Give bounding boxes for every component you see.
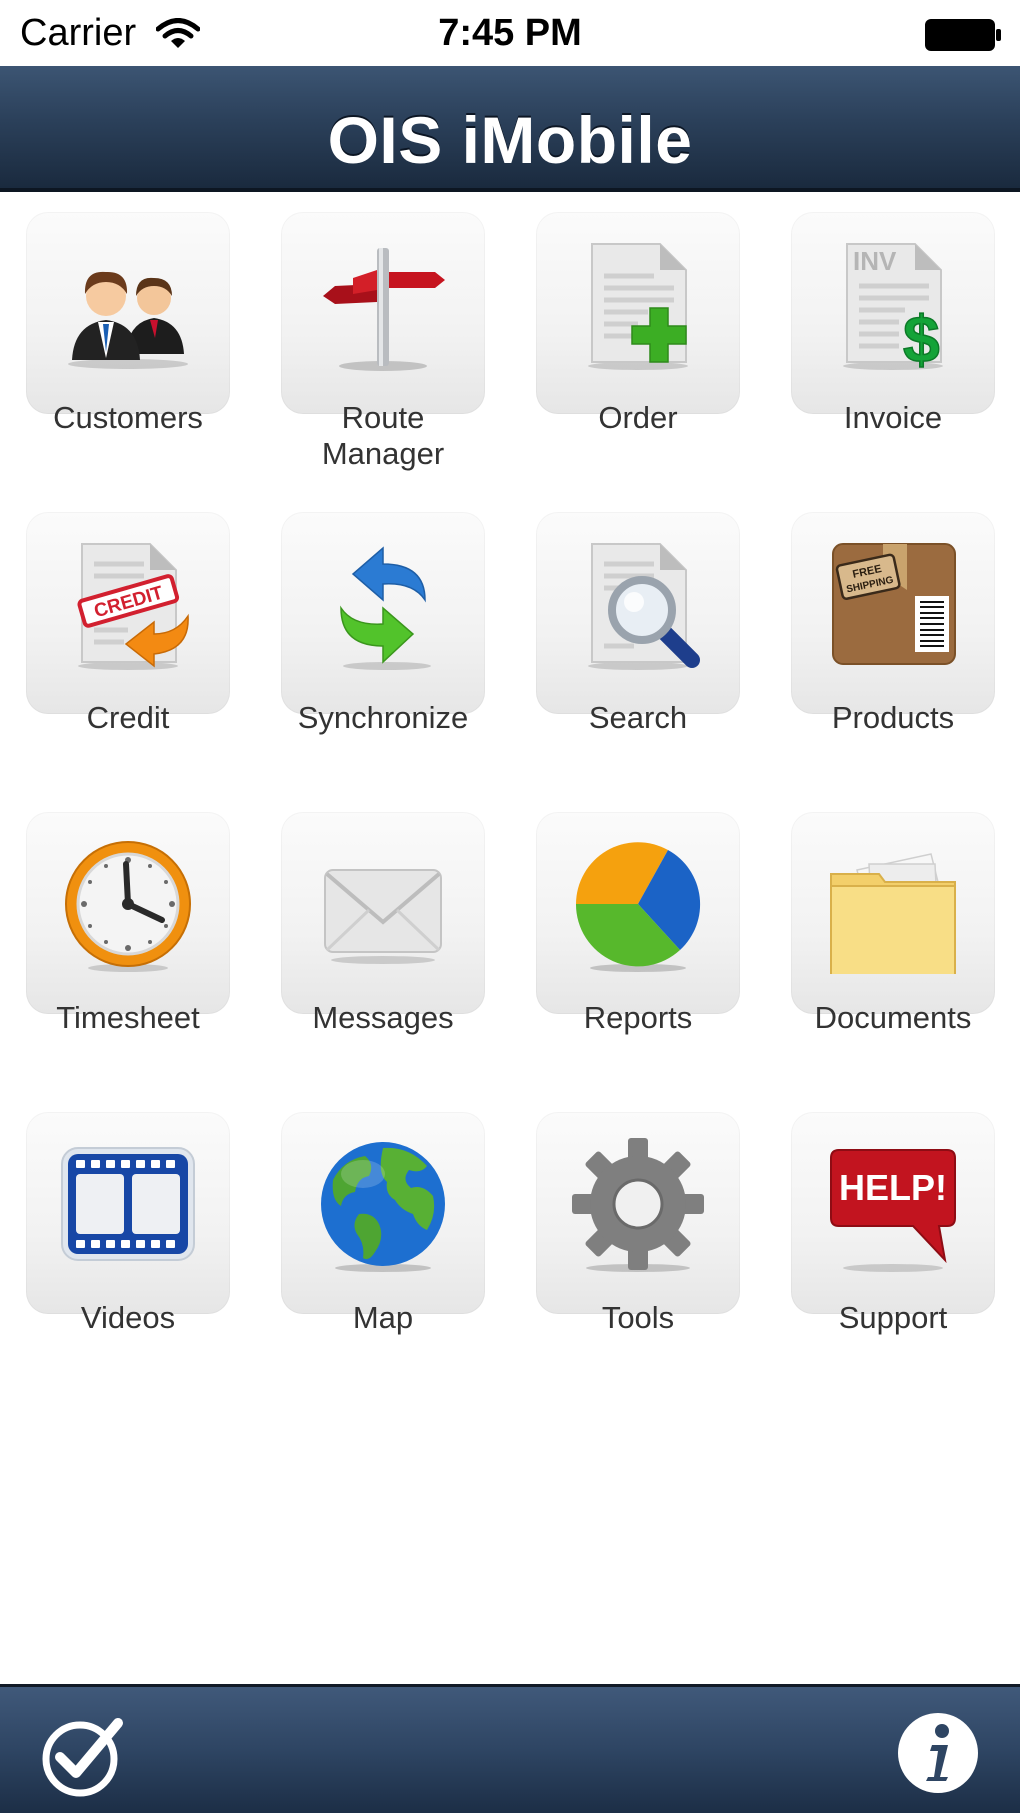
tile-customers[interactable]: Customers — [26, 212, 230, 435]
tile-credit[interactable]: CREDIT Credit — [26, 512, 230, 735]
app-title: OIS iMobile — [327, 103, 693, 177]
tile-label: Order — [598, 400, 678, 435]
tile-label: Synchronize — [297, 700, 469, 735]
tile-label: Search — [588, 700, 688, 735]
shipping-box-icon: FREE SHIPPING — [832, 543, 956, 665]
tile-support[interactable]: HELP! Support — [791, 1112, 995, 1335]
gear-icon — [572, 1138, 704, 1272]
sync-arrows-icon — [340, 546, 431, 670]
status-bar: Carrier 7:45 PM — [0, 0, 1020, 66]
clock-icon — [65, 841, 191, 972]
checkmark-logo-icon[interactable] — [40, 1713, 126, 1799]
tile-label: Map — [352, 1300, 414, 1335]
envelope-icon — [324, 869, 442, 964]
info-icon[interactable] — [896, 1711, 980, 1795]
bottom-toolbar — [0, 1684, 1020, 1813]
tile-route-manager[interactable]: Route Manager — [281, 212, 485, 471]
signpost-icon — [323, 248, 445, 371]
search-document-icon — [588, 543, 700, 670]
tile-order[interactable]: Order — [536, 212, 740, 435]
tile-label: Timesheet — [56, 1000, 200, 1035]
battery-icon — [925, 19, 1001, 51]
tile-label: Messages — [312, 1000, 454, 1035]
pie-chart-icon — [575, 842, 701, 972]
status-time: 7:45 PM — [438, 12, 582, 54]
inv-text: INV — [853, 246, 897, 276]
tile-label: Tools — [601, 1300, 675, 1335]
tile-label: Invoice — [843, 400, 943, 435]
tile-map[interactable]: Map — [281, 1112, 485, 1335]
tile-videos[interactable]: Videos — [26, 1112, 230, 1335]
tile-label: Credit — [86, 700, 170, 735]
tile-label: Documents — [814, 1000, 972, 1035]
globe-icon — [321, 1142, 445, 1272]
help-bubble-icon: HELP! — [830, 1149, 956, 1272]
help-text: HELP! — [839, 1167, 947, 1208]
customers-icon — [68, 271, 188, 369]
tile-invoice[interactable]: INV $ Invoice — [791, 212, 995, 435]
tile-label: Route Manager — [321, 400, 445, 471]
invoice-document-icon: INV $ — [843, 243, 943, 374]
dollar-text: $ — [903, 302, 940, 374]
nav-header: OIS iMobile — [0, 66, 1020, 192]
tile-label: Reports — [583, 1000, 693, 1035]
tile-messages[interactable]: Messages — [281, 812, 485, 1035]
tile-products[interactable]: FREE SHIPPING Products — [791, 512, 995, 735]
tile-label: Videos — [80, 1300, 176, 1335]
tile-reports[interactable]: Reports — [536, 812, 740, 1035]
tile-documents[interactable]: Documents — [791, 812, 995, 1035]
tile-search[interactable]: Search — [536, 512, 740, 735]
folder-icon — [830, 853, 956, 974]
tile-label: Customers — [53, 400, 203, 435]
credit-document-icon: CREDIT — [77, 543, 189, 670]
tile-synchronize[interactable]: Synchronize — [281, 512, 485, 735]
tile-label: Support — [838, 1300, 948, 1335]
tile-label: Products — [831, 700, 955, 735]
tile-timesheet[interactable]: Timesheet — [26, 812, 230, 1035]
tile-tools[interactable]: Tools — [536, 1112, 740, 1335]
film-strip-icon — [61, 1147, 195, 1261]
order-document-icon — [588, 243, 688, 370]
